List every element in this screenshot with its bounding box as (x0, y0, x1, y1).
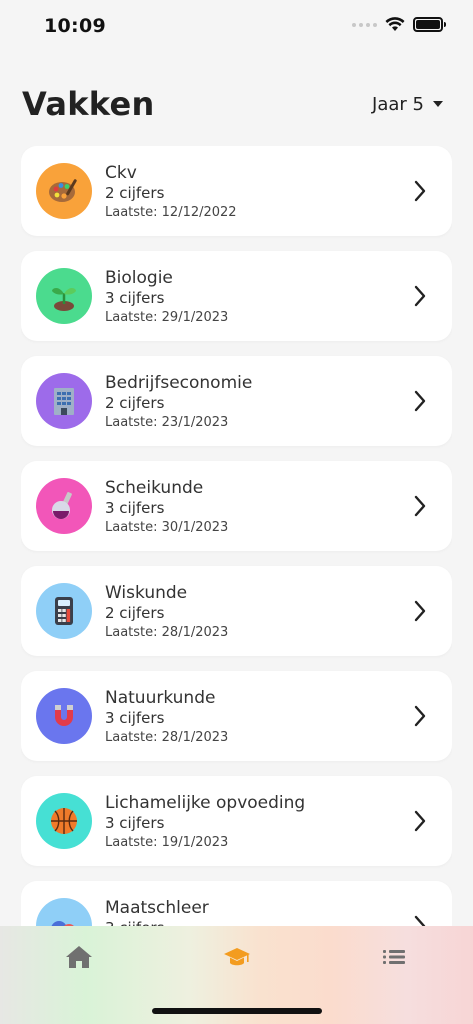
battery-icon (413, 17, 446, 32)
last-date: Laatste: 29/1/2023 (105, 310, 229, 325)
subject-name: Ckv (105, 163, 137, 183)
home-icon (66, 946, 92, 968)
basketball-icon (36, 793, 92, 849)
header: Vakken Jaar 5 (22, 82, 443, 126)
chevron-right-icon (414, 600, 426, 622)
last-date: Laatste: 23/1/2023 (105, 415, 229, 430)
home-tab[interactable] (59, 940, 99, 974)
grade-count: 3 cijfers (105, 814, 165, 832)
chevron-right-icon (414, 915, 426, 926)
subject-name: Biologie (105, 268, 173, 288)
subject-name: Lichamelijke opvoeding (105, 793, 306, 813)
chevron-right-icon (414, 810, 426, 832)
seedling-icon (36, 268, 92, 324)
chevron-right-icon (414, 180, 426, 202)
grade-count: 2 cijfers (105, 394, 165, 412)
subject-card-maatschleer[interactable]: Maatschleer 3 cijfers (21, 881, 452, 926)
year-selector[interactable]: Jaar 5 (372, 94, 443, 115)
subject-name: Wiskunde (105, 583, 188, 603)
subject-card-ckv[interactable]: Ckv 2 cijfers Laatste: 12/12/2022 (21, 146, 452, 236)
subjects-tab[interactable] (217, 940, 257, 974)
subject-card-biologie[interactable]: Biologie 3 cijfers Laatste: 29/1/2023 (21, 251, 452, 341)
subject-card-scheikunde[interactable]: Scheikunde 3 cijfers Laatste: 30/1/2023 (21, 461, 452, 551)
caret-down-icon (433, 101, 443, 107)
grade-count: 2 cijfers (105, 604, 165, 622)
office-building-icon (36, 373, 92, 429)
subject-card-wiskunde[interactable]: Wiskunde 2 cijfers Laatste: 28/1/2023 (21, 566, 452, 656)
subject-name: Bedrijfseconomie (105, 373, 253, 393)
subject-list[interactable]: Ckv 2 cijfers Laatste: 12/12/2022 Biolog… (21, 146, 452, 926)
balls-icon (36, 898, 92, 926)
last-date: Laatste: 19/1/2023 (105, 835, 229, 850)
magnet-icon (36, 688, 92, 744)
flask-icon (36, 478, 92, 534)
palette-icon (36, 163, 92, 219)
grade-count: 3 cijfers (105, 918, 209, 926)
home-indicator (152, 1008, 322, 1014)
subject-name: Maatschleer (105, 898, 209, 918)
chevron-right-icon (414, 390, 426, 412)
status-icons (352, 17, 446, 32)
grade-count: 2 cijfers (105, 184, 165, 202)
last-date: Laatste: 28/1/2023 (105, 625, 229, 640)
subject-card-bedrijfseconomie[interactable]: Bedrijfseconomie 2 cijfers Laatste: 23/1… (21, 356, 452, 446)
subject-card-lichamelijke-opvoeding[interactable]: Lichamelijke opvoeding 3 cijfers Laatste… (21, 776, 452, 866)
list-icon (383, 950, 405, 964)
status-bar: 10:09 (0, 0, 473, 54)
subject-name: Scheikunde (105, 478, 204, 498)
chevron-right-icon (414, 495, 426, 517)
status-time: 10:09 (44, 15, 106, 37)
grade-count: 3 cijfers (105, 289, 165, 307)
subject-name: Natuurkunde (105, 688, 216, 708)
calculator-icon (36, 583, 92, 639)
wifi-icon (385, 17, 405, 31)
grade-count: 3 cijfers (105, 499, 165, 517)
page-title: Vakken (22, 85, 155, 123)
grade-count: 3 cijfers (105, 709, 165, 727)
last-date: Laatste: 30/1/2023 (105, 520, 229, 535)
last-date: Laatste: 28/1/2023 (105, 730, 229, 745)
chevron-right-icon (414, 285, 426, 307)
graduation-cap-icon (224, 948, 250, 966)
chevron-right-icon (414, 705, 426, 727)
subject-card-natuurkunde[interactable]: Natuurkunde 3 cijfers Laatste: 28/1/2023 (21, 671, 452, 761)
cellular-signal-icon (352, 22, 377, 27)
list-tab[interactable] (374, 940, 414, 974)
last-date: Laatste: 12/12/2022 (105, 205, 237, 220)
year-selector-label: Jaar 5 (372, 93, 424, 115)
